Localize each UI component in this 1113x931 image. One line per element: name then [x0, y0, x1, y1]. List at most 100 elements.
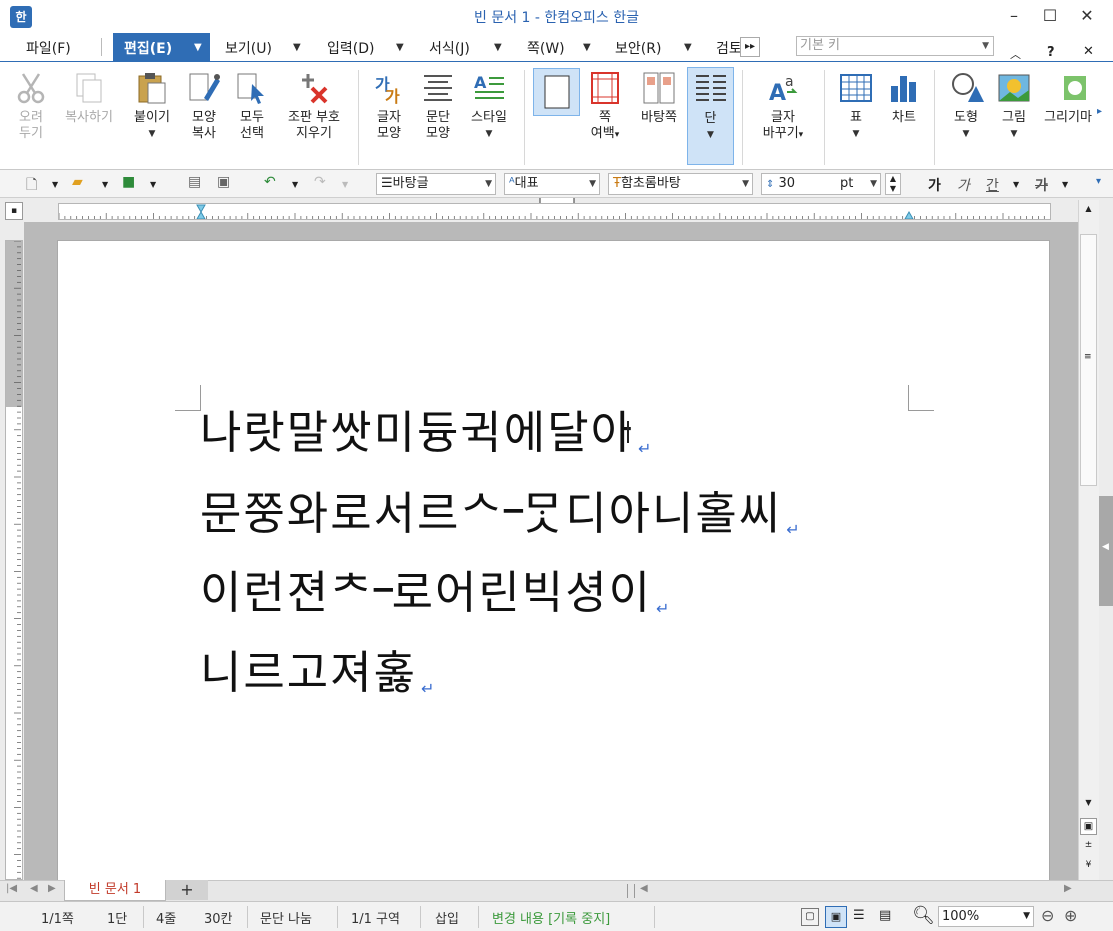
select-all-button[interactable]: 모두 선택: [230, 70, 274, 142]
status-page[interactable]: 1/1쪽: [41, 908, 74, 927]
open-folder-icon[interactable]: ▰: [72, 174, 83, 190]
format-copy-button[interactable]: 모양 복사: [182, 70, 226, 142]
hscroll-left-icon[interactable]: ◀: [640, 883, 648, 894]
menu-format[interactable]: 서식(J): [429, 38, 470, 58]
columns-button[interactable]: 단 ▼: [687, 67, 734, 165]
paste-button[interactable]: 붙이기 ▼: [128, 70, 176, 142]
zoom-in-icon[interactable]: ⊕: [1064, 906, 1077, 925]
menu-security[interactable]: 보안(R): [615, 38, 661, 58]
font-size-stepper[interactable]: ▲ ▼: [885, 173, 901, 195]
shape-button[interactable]: 도형 ▼: [944, 70, 988, 142]
master-page-button[interactable]: 바탕쪽: [633, 70, 685, 126]
para-shape-button[interactable]: 문단 모양: [414, 70, 462, 142]
status-track-changes[interactable]: 변경 내용 [기록 중지]: [492, 908, 610, 927]
clear-marks-button[interactable]: 조판 부호 지우기: [280, 70, 348, 142]
document-line[interactable]: 나랏말쌋미듕귁에달아 ↵: [200, 408, 651, 474]
chevron-down-icon[interactable]: ▼: [292, 180, 298, 189]
bold-button[interactable]: 가: [928, 175, 941, 195]
redo-icon[interactable]: ↷: [314, 174, 326, 190]
ribbon-close-icon[interactable]: ✕: [1083, 44, 1094, 59]
save-icon[interactable]: ■: [122, 174, 135, 190]
menu-page[interactable]: 쪽(W): [527, 38, 565, 58]
chevron-down-icon[interactable]: ▼: [494, 42, 502, 53]
right-indent-marker-icon[interactable]: [904, 210, 914, 219]
menu-more-icon[interactable]: ▸▸: [740, 37, 760, 57]
document-line[interactable]: 니르고져홇 ↵: [200, 648, 434, 714]
scroll-down-icon[interactable]: ▼: [1080, 798, 1097, 812]
document-line[interactable]: 문쭝와로서르ᄉ᠆ᄆᆞᆺ디아니홀씨 ↵: [200, 489, 800, 555]
menu-file[interactable]: 파일(F): [26, 38, 71, 58]
print-icon[interactable]: ▤: [188, 174, 201, 190]
chevron-down-icon[interactable]: ▼: [1013, 180, 1019, 189]
menu-view[interactable]: 보기(U): [225, 38, 272, 58]
chevron-up-icon[interactable]: ︿: [1010, 46, 1021, 62]
prev-page-icon[interactable]: ±: [1080, 840, 1097, 854]
view-normal-icon[interactable]: ▢: [801, 908, 819, 926]
scrollbar-thumb[interactable]: ≡: [1080, 234, 1097, 486]
zoom-icon[interactable]: 🔍︎: [912, 905, 935, 926]
hscroll-right-icon[interactable]: ▶: [1064, 883, 1072, 894]
chevron-down-icon[interactable]: ▼: [150, 180, 156, 189]
status-insert-mode[interactable]: 삽입: [435, 908, 459, 927]
menu-insert[interactable]: 입력(D): [327, 38, 374, 58]
document-page[interactable]: [57, 240, 1050, 880]
strikethrough-button[interactable]: 가: [1035, 175, 1048, 195]
view-web-icon[interactable]: ▤: [879, 908, 891, 923]
shortcut-combo[interactable]: 기본 키 ▼: [796, 36, 994, 56]
add-tab-button[interactable]: +: [166, 880, 208, 900]
minimize-button[interactable]: –: [997, 3, 1031, 29]
char-shape-button[interactable]: 가가 글자 모양: [366, 70, 412, 142]
ruler-tab-selector[interactable]: ▪: [5, 202, 23, 220]
document-line[interactable]: 이런젼ᄎ᠆로어린빅셩이 ↵: [200, 568, 669, 634]
cut-button[interactable]: 오려 두기: [10, 70, 52, 142]
tab-scroll-next-icon[interactable]: ▶: [48, 883, 56, 894]
chevron-down-icon[interactable]: ▼: [583, 42, 591, 53]
view-page-icon[interactable]: ▣: [825, 906, 847, 928]
tab-scroll-prev-icon[interactable]: ◀: [30, 883, 38, 894]
chevron-down-icon[interactable]: ▼: [52, 180, 58, 189]
menu-review[interactable]: 검토: [716, 38, 742, 58]
close-button[interactable]: ✕: [1070, 3, 1104, 29]
italic-button[interactable]: 가: [957, 175, 970, 195]
undo-icon[interactable]: ↶: [264, 174, 276, 190]
chevron-down-icon[interactable]: ▼: [1062, 180, 1068, 189]
underline-button[interactable]: 간: [986, 175, 999, 195]
new-document-icon[interactable]: 🗋: [26, 174, 37, 198]
indent-marker-icon[interactable]: [196, 204, 206, 219]
portrait-button[interactable]: [533, 68, 580, 116]
picture-button[interactable]: 그림 ▼: [992, 70, 1036, 142]
font-select[interactable]: Ŧ함초롬바탕 ▼: [608, 173, 753, 195]
vertical-ruler[interactable]: [5, 240, 23, 880]
menu-edit[interactable]: 편집(E): [124, 38, 172, 58]
drawing-button[interactable]: 그리기마: [1040, 70, 1096, 126]
style-select[interactable]: ☰바탕글 ▼: [376, 173, 496, 195]
view-outline-icon[interactable]: ☰: [853, 908, 865, 923]
toolbar-more-icon[interactable]: ▾: [1096, 176, 1101, 187]
style-button[interactable]: A 스타일 ▼: [464, 70, 514, 142]
copy-button[interactable]: 복사하기: [58, 70, 120, 126]
chevron-down-icon[interactable]: ▼: [102, 180, 108, 189]
zoom-out-icon[interactable]: ⊖: [1041, 906, 1054, 925]
table-button[interactable]: 표 ▼: [836, 70, 876, 142]
zoom-select[interactable]: 100% ▼: [938, 906, 1034, 927]
font-size-input[interactable]: ⇕ 30 pt ▼: [761, 173, 881, 195]
maximize-button[interactable]: ☐: [1033, 3, 1067, 29]
chevron-down-icon[interactable]: ▼: [342, 180, 348, 189]
chevron-down-icon[interactable]: ▼: [194, 42, 202, 53]
chevron-down-icon[interactable]: ▼: [396, 42, 404, 53]
next-page-icon[interactable]: ¥: [1080, 860, 1097, 874]
document-tab[interactable]: 빈 문서 1: [64, 880, 166, 901]
print-preview-icon[interactable]: ▣: [217, 174, 230, 190]
chevron-down-icon[interactable]: ▼: [293, 42, 301, 53]
scroll-up-icon[interactable]: ▲: [1080, 204, 1097, 218]
help-button[interactable]: ?: [1047, 45, 1055, 60]
tab-splitter[interactable]: [627, 884, 635, 898]
horizontal-ruler[interactable]: [58, 203, 1051, 220]
chevron-down-icon[interactable]: ▼: [684, 42, 692, 53]
page-margin-button[interactable]: 쪽 여백▾: [583, 70, 627, 143]
side-panel-toggle[interactable]: ◀: [1099, 496, 1113, 606]
ribbon-scroll-icon[interactable]: ▸: [1097, 106, 1102, 117]
char-replace-button[interactable]: Aa 글자 바꾸기▾: [755, 70, 811, 143]
tab-scroll-first-icon[interactable]: |◀: [6, 883, 17, 894]
page-view-icon[interactable]: ▣: [1080, 818, 1097, 835]
